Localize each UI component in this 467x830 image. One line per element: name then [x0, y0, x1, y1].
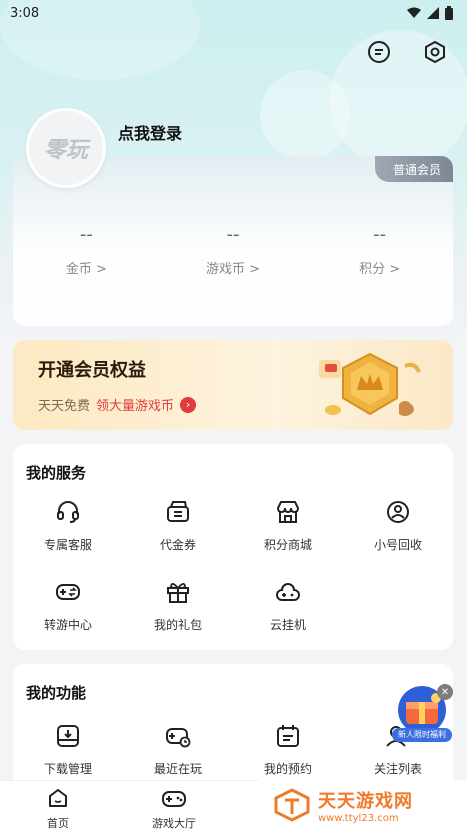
gift-icon: [164, 578, 192, 606]
vip-subtitle: 天天免费 领大量游戏币 ›: [38, 395, 197, 414]
status-bar: 3:08: [0, 0, 467, 26]
cloud-game-icon: [274, 578, 302, 606]
feature-my-reservations[interactable]: 我的预约: [233, 722, 343, 777]
nav-game-hall-label: 游戏大厅: [152, 817, 196, 830]
gamepad-transfer-icon: [54, 578, 82, 606]
chevron-right-icon: ›: [180, 396, 197, 413]
service-label: 我的礼包: [153, 618, 202, 632]
service-account-recycle[interactable]: 小号回收: [343, 498, 453, 553]
feature-label: 最近在玩: [153, 762, 202, 776]
recent-play-icon: [164, 722, 192, 750]
asset-game-coin-label: 游戏币 >: [205, 262, 261, 277]
service-cloud-idle[interactable]: 云挂机: [233, 578, 343, 633]
avatar-logo-text: 零玩: [43, 138, 88, 163]
store-icon: [274, 498, 302, 526]
feature-download-manager[interactable]: 下载管理: [13, 722, 123, 777]
feature-label: 我的预约: [263, 762, 312, 776]
close-icon[interactable]: ✕: [437, 684, 453, 700]
asset-gold-value: --: [79, 224, 93, 245]
feature-label: 关注列表: [373, 762, 422, 776]
asset-game-coin[interactable]: -- 游戏币 >: [160, 224, 307, 277]
settings-icon[interactable]: [421, 38, 449, 66]
service-label: 云挂机: [269, 618, 306, 632]
asset-points-value: --: [373, 224, 387, 245]
vip-sub-highlight: 领大量游戏币: [96, 399, 175, 414]
vip-title: 开通会员权益: [38, 360, 146, 381]
my-services-card: 我的服务 专属客服 代金券 积分商城 小号回收 转游中心 我的礼包 云挂机: [13, 444, 453, 650]
asset-game-coin-value: --: [226, 224, 240, 245]
nav-home-label: 首页: [47, 817, 69, 830]
vip-sub-plain: 天天免费: [38, 399, 91, 414]
vip-banner[interactable]: 开通会员权益 天天免费 领大量游戏币 ›: [13, 340, 453, 430]
recycle-account-icon: [384, 498, 412, 526]
site-watermark: 天天游戏网 www.ttyl23.com: [258, 780, 467, 830]
promo-label: 新人限时福利: [392, 728, 452, 742]
service-transfer-center[interactable]: 转游中心: [13, 578, 123, 633]
nav-home[interactable]: 首页: [0, 781, 116, 830]
feature-label: 下载管理: [43, 762, 92, 776]
asset-points[interactable]: -- 积分 >: [306, 224, 453, 277]
member-level-badge[interactable]: 普通会员: [374, 156, 453, 182]
vip-crown-illustration: [319, 352, 421, 416]
my-features-title: 我的功能: [26, 684, 87, 702]
nav-game-hall[interactable]: 游戏大厅: [116, 781, 232, 830]
service-points-mall[interactable]: 积分商城: [233, 498, 343, 553]
watermark-title: 天天游戏网: [318, 790, 413, 812]
watermark-logo-icon: [274, 788, 310, 822]
voucher-icon: [164, 498, 192, 526]
login-link[interactable]: 点我登录: [118, 120, 182, 144]
home-icon: [49, 789, 67, 807]
service-customer-support[interactable]: 专属客服: [13, 498, 123, 553]
service-my-gifts[interactable]: 我的礼包: [123, 578, 233, 633]
my-features-card: 我的功能 下载管理 最近在玩 我的预约 关注列表: [13, 664, 453, 794]
service-label: 代金券: [159, 538, 196, 552]
service-label: 转游中心: [43, 618, 92, 632]
message-icon[interactable]: [365, 38, 393, 66]
calendar-icon: [274, 722, 302, 750]
service-label: 专属客服: [43, 538, 92, 552]
download-icon: [54, 722, 82, 750]
asset-gold[interactable]: -- 金币 >: [13, 224, 160, 277]
battery-icon: [445, 6, 453, 20]
service-label: 积分商城: [263, 538, 312, 552]
game-hall-icon: [162, 791, 186, 807]
asset-points-label: 积分 >: [359, 262, 401, 277]
service-voucher[interactable]: 代金券: [123, 498, 233, 553]
feature-recent-play[interactable]: 最近在玩: [123, 722, 233, 777]
watermark-url: www.ttyl23.com: [318, 812, 399, 824]
status-time: 3:08: [10, 5, 40, 21]
wifi-icon: [407, 7, 421, 18]
avatar[interactable]: 零玩: [26, 108, 106, 188]
signal-icon: [427, 7, 439, 19]
headset-icon: [54, 498, 82, 526]
asset-gold-label: 金币 >: [65, 262, 107, 277]
service-label: 小号回收: [373, 538, 422, 552]
my-services-title: 我的服务: [26, 464, 87, 482]
